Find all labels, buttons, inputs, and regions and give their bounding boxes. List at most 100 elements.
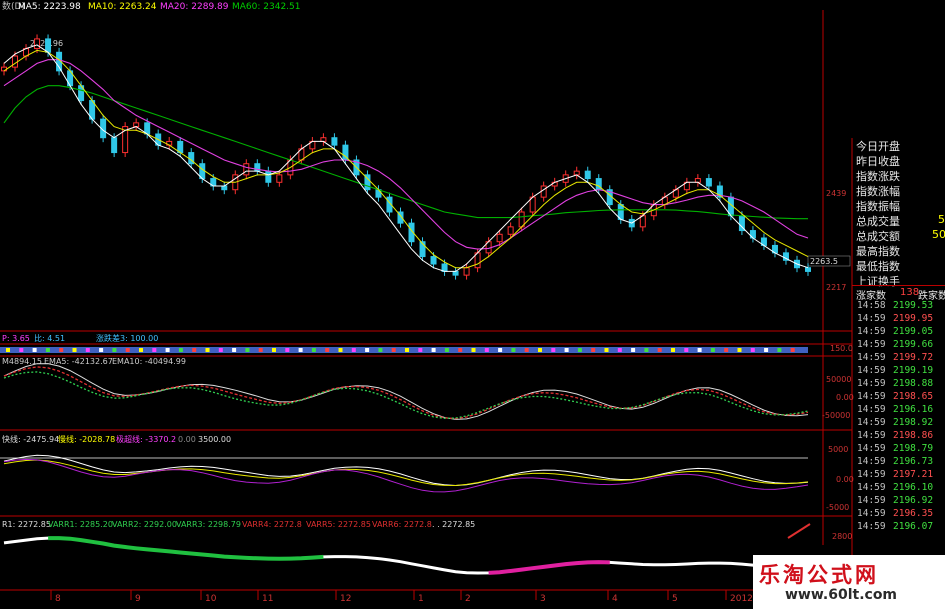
watermark-cn: 乐淘公式网	[759, 563, 879, 587]
panel2-a: P: 3.65	[2, 334, 30, 343]
tick-time: 14:59	[857, 456, 886, 467]
strip-mark	[45, 348, 50, 352]
info-label-0: 今日开盘	[856, 140, 900, 153]
tick-price: 2199.66	[893, 339, 934, 350]
tick-price: 2196.73	[893, 456, 934, 467]
ma20-label: MA20: 2289.89	[160, 2, 229, 12]
panel5-e: VARR4: 2272.8	[242, 520, 302, 529]
ma10-line	[3, 49, 809, 269]
date-label: 2	[465, 594, 471, 604]
tick-row: 14:59 2196.73	[852, 456, 945, 469]
panel3-a: M4894.15	[2, 357, 42, 366]
tick-row: 14:59 2199.95	[852, 313, 945, 326]
tick-row: 14:59 2196.16	[852, 404, 945, 417]
strip-mark	[697, 348, 702, 352]
candle-body	[221, 185, 228, 191]
strip-mark	[258, 348, 263, 352]
date-label: 12	[340, 594, 352, 604]
panel5-b: VARR1: 2285.20	[48, 520, 113, 529]
date-label: 1	[418, 594, 424, 604]
strip-mark	[591, 348, 596, 352]
info-label-4: 指数振幅	[856, 200, 900, 213]
varr-green-line	[48, 536, 324, 561]
strip-mark	[165, 348, 170, 352]
strip-mark	[365, 348, 370, 352]
panel2-b: 比: 4.51	[34, 333, 65, 343]
date-label: 8	[55, 594, 61, 604]
panel4-c: 极超线: -3370.2	[116, 434, 176, 444]
info-label-1: 昨日收盘	[856, 155, 900, 168]
strip-mark	[511, 348, 516, 352]
tick-price: 2198.79	[893, 443, 934, 454]
strip-mark	[724, 348, 729, 352]
panel4-a: 快线: -2475.94	[2, 434, 59, 444]
strip-mark	[32, 348, 37, 352]
tick-time: 14:59	[857, 508, 886, 519]
panel5-d: VARR3: 2298.79	[176, 520, 241, 529]
strip-mark	[431, 348, 436, 352]
axis-label-neg50000: -50000	[822, 411, 850, 420]
strip-mark	[325, 348, 330, 352]
tick-time: 14:59	[857, 365, 886, 376]
ma20-line	[3, 59, 809, 250]
watermark-url: www.60lt.com	[785, 587, 898, 603]
candle-body	[805, 267, 811, 272]
side-value-0: 5	[938, 213, 945, 226]
axis-label-2439: 2439	[826, 189, 846, 198]
strip-mark	[710, 348, 715, 352]
tick-row: 14:59 2198.86	[852, 430, 945, 443]
strip-mark	[444, 348, 449, 352]
strip-mark	[484, 348, 489, 352]
candle-body	[331, 137, 338, 146]
strip-mark	[604, 348, 609, 352]
tick-time: 14:59	[857, 430, 886, 441]
tick-price: 2196.07	[893, 521, 934, 532]
tick-row: 14:59 2198.65	[852, 391, 945, 404]
strip-mark	[538, 348, 542, 352]
strip-mark	[790, 348, 795, 352]
ma10-label: MA10: 2263.24	[88, 2, 157, 12]
candle-body	[463, 267, 470, 276]
tick-row: 14:59 2198.88	[852, 378, 945, 391]
tick-row: 14:59 2196.07	[852, 521, 945, 534]
tick-price: 2198.92	[893, 417, 934, 428]
strip-mark	[298, 348, 303, 352]
strip-mark	[338, 348, 343, 352]
strip-mark	[112, 348, 117, 352]
candle-body	[276, 174, 283, 183]
strip-mark	[152, 348, 157, 352]
strip-mark	[218, 348, 223, 352]
tick-price: 2199.72	[893, 352, 934, 363]
tick-row: 14:59 2196.10	[852, 482, 945, 495]
strip-mark	[764, 348, 769, 352]
tick-row: 14:58 2199.53	[852, 300, 945, 313]
strip-mark	[139, 348, 143, 352]
tick-price: 2196.35	[893, 508, 934, 519]
ma5-label: MA5: 2223.98	[18, 2, 81, 12]
axis-label-50000: 50000	[826, 375, 851, 384]
tick-time: 14:59	[857, 482, 886, 493]
strip-mark	[391, 348, 396, 352]
tick-time: 14:59	[857, 326, 886, 337]
panel5-h: . . 2272.85	[432, 520, 475, 529]
date-axis-ticks	[50, 590, 727, 600]
tick-time: 14:59	[857, 443, 886, 454]
tick-row: 14:59 2199.05	[852, 326, 945, 339]
fast-line	[3, 454, 809, 487]
tick-row: 14:59 2198.79	[852, 443, 945, 456]
panel5-f: VARR5: 2272.85	[306, 520, 371, 529]
tick-time: 14:59	[857, 417, 886, 428]
candle-body	[111, 137, 118, 154]
strip-mark	[351, 348, 356, 352]
tick-row: 14:59 2199.19	[852, 365, 945, 378]
strip-mark	[59, 348, 64, 352]
strip-mark	[577, 348, 582, 352]
panel5-c: VARR2: 2292.00	[112, 520, 177, 529]
candle-body	[265, 170, 272, 183]
info-label-3: 指数涨幅	[856, 185, 900, 198]
axis-label-5000: 5000	[828, 445, 848, 454]
tick-time: 14:59	[857, 521, 886, 532]
strip-mark	[378, 348, 383, 352]
stock-chart: 数(D) MA5: 2223.98 MA10: 2263.24 MA20: 22…	[0, 0, 854, 600]
tick-time: 14:59	[857, 469, 886, 480]
